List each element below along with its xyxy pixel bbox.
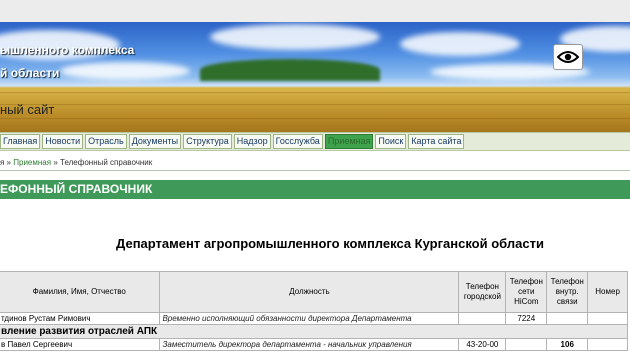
banner-title-line2: й области — [0, 66, 60, 80]
nav-item-reception[interactable]: Приемная — [324, 134, 374, 149]
cloud — [400, 32, 520, 56]
breadcrumb-separator: » — [53, 158, 58, 167]
cloud — [60, 62, 190, 80]
table-group-row: вление развития отраслей АПК — [0, 324, 628, 339]
breadcrumb-divider — [0, 170, 630, 171]
cell-phone-internal — [546, 312, 589, 325]
cell-phone-hicom: 7224 — [505, 312, 548, 325]
cell-phone-hicom — [505, 338, 548, 351]
section-heading: ЕФОННЫЙ СПРАВОЧНИК — [0, 180, 630, 199]
table-header-row: Фамилия, Имя, Отчество Должность Телефон… — [0, 271, 628, 313]
banner-subtitle: ный сайт — [0, 102, 55, 117]
cell-position: Временно исполняющий обязанности директо… — [159, 312, 460, 325]
browser-top-strip — [0, 0, 630, 22]
banner-title-line1: ышленного комплекса — [0, 43, 135, 57]
col-header-phone-hicom: Телефон сети HiCom — [505, 271, 548, 313]
cell-phone-city — [458, 312, 507, 325]
cell-name: тдинов Рустам Римович — [0, 312, 161, 325]
cell-name: в Павел Сергеевич — [0, 338, 161, 351]
nav-item-civil-service[interactable]: Госслужба — [272, 134, 323, 149]
breadcrumb-link-reception[interactable]: Приемная — [13, 158, 51, 167]
cloud — [210, 24, 380, 50]
cell-room — [587, 312, 628, 325]
field-line — [0, 92, 630, 93]
col-header-position: Должность — [159, 271, 460, 313]
nav-item-home[interactable]: Главная — [0, 134, 41, 149]
nav-item-supervision[interactable]: Надзор — [233, 134, 271, 149]
field-line — [0, 118, 630, 119]
col-header-phone-internal: Телефон внутр. связи — [546, 271, 589, 313]
cell-position: Заместитель директора департамента - нач… — [159, 338, 460, 351]
breadcrumb-prefix[interactable]: я » — [0, 158, 11, 167]
nav-item-documents[interactable]: Документы — [128, 134, 182, 149]
col-header-name: Фамилия, Имя, Отчество — [0, 271, 161, 313]
main-nav: Главная Новости Отрасль Документы Структ… — [0, 132, 630, 151]
cell-room — [587, 338, 628, 351]
col-header-room: Номер — [587, 271, 628, 313]
department-title: Департамент агропромышленного комплекса … — [116, 236, 544, 251]
phone-directory-table: Фамилия, Имя, Отчество Должность Телефон… — [0, 271, 628, 351]
breadcrumb: я » Приемная » Телефонный справочник — [0, 158, 152, 167]
nav-item-industry[interactable]: Отрасль — [85, 134, 127, 149]
site-banner: ышленного комплекса й области ный сайт — [0, 22, 630, 132]
breadcrumb-current: Телефонный справочник — [60, 158, 153, 167]
cell-phone-city: 43-20-00 — [458, 338, 507, 351]
col-header-phone-city: Телефон городской — [458, 271, 507, 313]
cell-phone-internal: 106 — [546, 338, 589, 351]
nav-item-sitemap[interactable]: Карта сайта — [408, 134, 465, 149]
nav-item-structure[interactable]: Структура — [183, 134, 232, 149]
eye-icon — [557, 51, 579, 63]
nav-item-news[interactable]: Новости — [42, 134, 84, 149]
nav-item-search[interactable]: Поиск — [375, 134, 407, 149]
table-row: тдинов Рустам Римович Временно исполняющ… — [0, 312, 628, 325]
accessibility-eye-button[interactable] — [553, 44, 583, 70]
tree-line — [200, 59, 380, 81]
table-row: в Павел Сергеевич Заместитель директора … — [0, 338, 628, 351]
field-line — [0, 104, 630, 105]
group-title: вление развития отраслей АПК — [0, 324, 628, 339]
